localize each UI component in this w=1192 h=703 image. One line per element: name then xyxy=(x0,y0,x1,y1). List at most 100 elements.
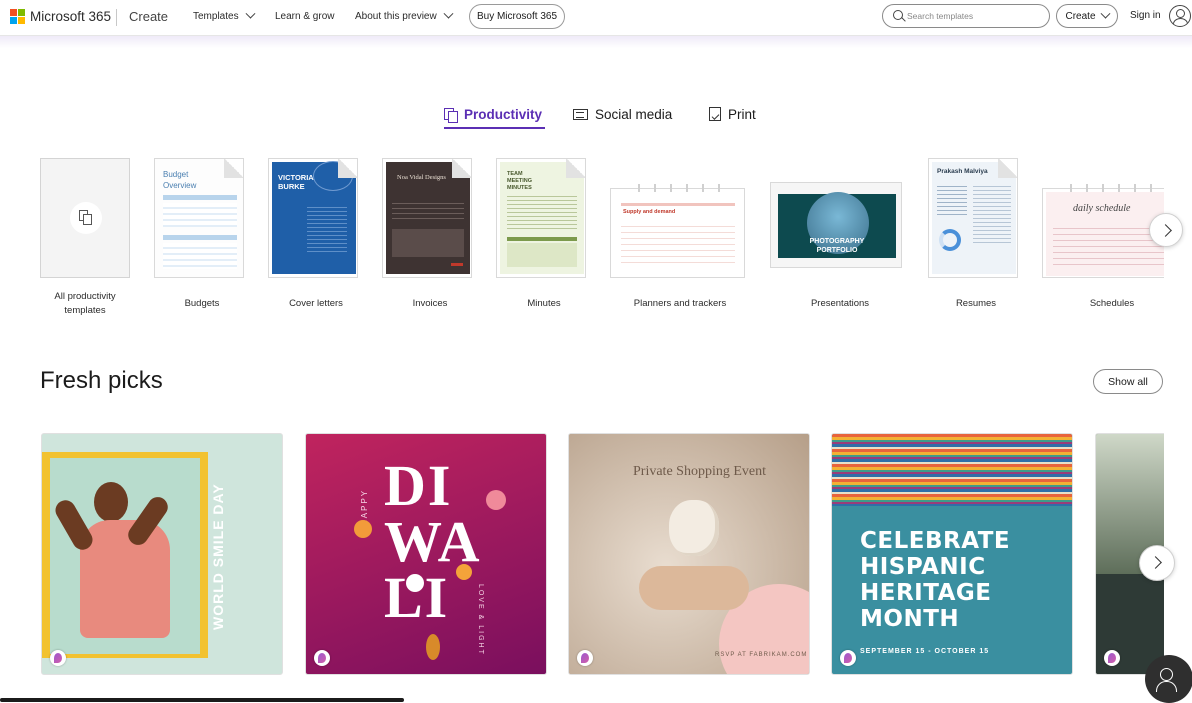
category-label: Minutes xyxy=(527,298,561,309)
nav-about-preview[interactable]: About this preview xyxy=(355,8,454,22)
tab-social-media[interactable]: Social media xyxy=(573,103,672,125)
show-all-button[interactable]: Show all xyxy=(1093,369,1163,394)
category-label: Planners and trackers xyxy=(633,298,727,309)
card-title: DI WA LI xyxy=(384,453,482,627)
category-label: Budgets xyxy=(184,298,220,309)
category-thumbnail: Supply and demand xyxy=(610,188,745,278)
sign-in-link[interactable]: Sign in xyxy=(1130,10,1161,21)
nav-about-label: About this preview xyxy=(355,11,437,22)
designer-badge-icon xyxy=(840,650,856,666)
flower-illustration xyxy=(426,634,440,660)
card-title-line: HERITAGE xyxy=(860,580,992,606)
thumbnail-title: TEAM MEETING MINUTES xyxy=(507,171,533,191)
template-card-world-smile-day[interactable]: WORLD SMILE DAY xyxy=(41,433,283,675)
create-link[interactable]: Create xyxy=(129,9,168,24)
designer-badge-icon xyxy=(577,650,593,666)
fresh-picks-title: Fresh picks xyxy=(40,367,163,394)
card-text: WORLD SMILE DAY xyxy=(210,483,226,630)
category-label: Presentations xyxy=(810,298,870,309)
search-placeholder: Search templates xyxy=(907,11,974,21)
buy-microsoft-365-button[interactable]: Buy Microsoft 365 xyxy=(469,4,565,29)
category-label: Resumes xyxy=(955,298,997,309)
search-input[interactable]: Search templates xyxy=(882,4,1050,28)
category-thumbnail: VICTORIA BURKE xyxy=(268,158,358,278)
flower-illustration xyxy=(456,564,472,580)
category-thumbnail: PHOTOGRAPHY PORTFOLIO xyxy=(770,182,902,268)
person-head-illustration xyxy=(94,482,128,522)
active-tab-indicator xyxy=(444,127,545,129)
tab-productivity-label: Productivity xyxy=(464,106,543,122)
category-label: Cover letters xyxy=(289,298,343,309)
screen-icon xyxy=(573,108,588,120)
category-label: Schedules xyxy=(1089,298,1135,309)
card-title-line: WA xyxy=(384,509,482,574)
card-title-line: MONTH xyxy=(860,606,960,632)
chevron-down-icon xyxy=(245,8,256,19)
pumpkin-illustration xyxy=(669,500,719,556)
card-text: RSVP AT FABRIKAM.COM xyxy=(715,652,808,658)
documents-icon xyxy=(70,202,102,234)
category-thumbnail: TEAM MEETING MINUTES xyxy=(496,158,586,278)
tab-print[interactable]: Print xyxy=(709,103,756,125)
template-card-hispanic-heritage[interactable]: CELEBRATE HISPANIC HERITAGE MONTH SEPTEM… xyxy=(831,433,1073,675)
category-thumbnail: Budget Overview xyxy=(154,158,244,278)
card-title-line: DI xyxy=(384,453,453,518)
card-title-line: CELEBRATE xyxy=(860,528,1011,554)
hands-illustration xyxy=(639,566,749,610)
tab-print-label: Print xyxy=(728,106,756,122)
create-button-label: Create xyxy=(1065,10,1096,22)
brand-name[interactable]: Microsoft 365 xyxy=(30,9,111,24)
card-text: SEPTEMBER 15 - OCTOBER 15 xyxy=(860,648,990,655)
tab-social-media-label: Social media xyxy=(595,106,673,122)
category-label: All productivity templates xyxy=(54,291,116,316)
chevron-down-icon xyxy=(1100,8,1110,19)
create-dropdown-button[interactable]: Create xyxy=(1056,4,1118,28)
category-thumbnail: Prakash Malviya xyxy=(928,158,1018,278)
thumbnail-title: daily schedule xyxy=(1073,203,1131,214)
card-title: Private Shopping Event xyxy=(633,464,766,479)
designer-badge-icon xyxy=(1104,650,1120,666)
tab-productivity[interactable]: Productivity xyxy=(444,103,542,125)
nav-templates[interactable]: Templates xyxy=(193,8,256,22)
top-bar: Microsoft 365 Create Templates Learn & g… xyxy=(0,0,1192,36)
category-label: Invoices xyxy=(412,298,448,309)
thumbnail-title: Noa Vidal Designs xyxy=(397,174,446,181)
card-text: LOVE & LIGHT xyxy=(477,584,484,656)
fresh-picks-next-button[interactable] xyxy=(1139,545,1175,581)
thumbnail-title: PHOTOGRAPHY PORTFOLIO xyxy=(809,238,865,254)
fresh-picks-carousel: WORLD SMILE DAY HAPPY DI WA LI LOVE & LI… xyxy=(0,433,1164,676)
person-shirt-illustration xyxy=(80,520,170,638)
nav-templates-label: Templates xyxy=(193,11,239,22)
flower-illustration xyxy=(486,490,506,510)
thumbnail-title: Budget Overview xyxy=(163,170,197,190)
categories-next-button[interactable] xyxy=(1149,213,1183,247)
flower-illustration xyxy=(354,520,372,538)
account-icon[interactable] xyxy=(1169,5,1191,27)
category-thumbnail: daily schedule xyxy=(1042,188,1164,278)
flower-illustration xyxy=(406,574,424,592)
assistant-chat-icon[interactable] xyxy=(1145,655,1192,703)
header-gradient xyxy=(0,36,1192,48)
designer-badge-icon xyxy=(50,650,66,666)
category-carousel: All productivity templates Budget Overvi… xyxy=(0,158,1164,328)
microsoft-logo-icon[interactable] xyxy=(10,9,25,24)
category-thumbnail xyxy=(40,158,130,278)
category-thumbnail: Noa Vidal Designs xyxy=(382,158,472,278)
printer-icon xyxy=(709,107,721,121)
template-card-private-shopping[interactable]: Private Shopping Event RSVP AT FABRIKAM.… xyxy=(568,433,810,675)
documents-icon xyxy=(444,107,458,123)
nav-learn-grow-label: Learn & grow xyxy=(275,11,335,22)
category-tabs: Productivity Social media Print xyxy=(0,103,1192,133)
thumbnail-title: Prakash Malviya xyxy=(937,168,988,175)
serape-stripes xyxy=(832,434,1072,506)
thumbnail-title: VICTORIA BURKE xyxy=(278,173,314,191)
card-title-line: HISPANIC xyxy=(860,554,986,580)
chevron-down-icon xyxy=(443,8,454,19)
horizontal-scrollbar[interactable] xyxy=(0,698,404,702)
designer-badge-icon xyxy=(314,650,330,666)
template-card-diwali[interactable]: HAPPY DI WA LI LOVE & LIGHT xyxy=(305,433,547,675)
nav-learn-grow[interactable]: Learn & grow xyxy=(275,11,334,22)
search-icon xyxy=(893,10,903,20)
thumbnail-title: Supply and demand xyxy=(623,209,676,215)
card-title: CELEBRATE HISPANIC HERITAGE MONTH xyxy=(860,528,1010,632)
